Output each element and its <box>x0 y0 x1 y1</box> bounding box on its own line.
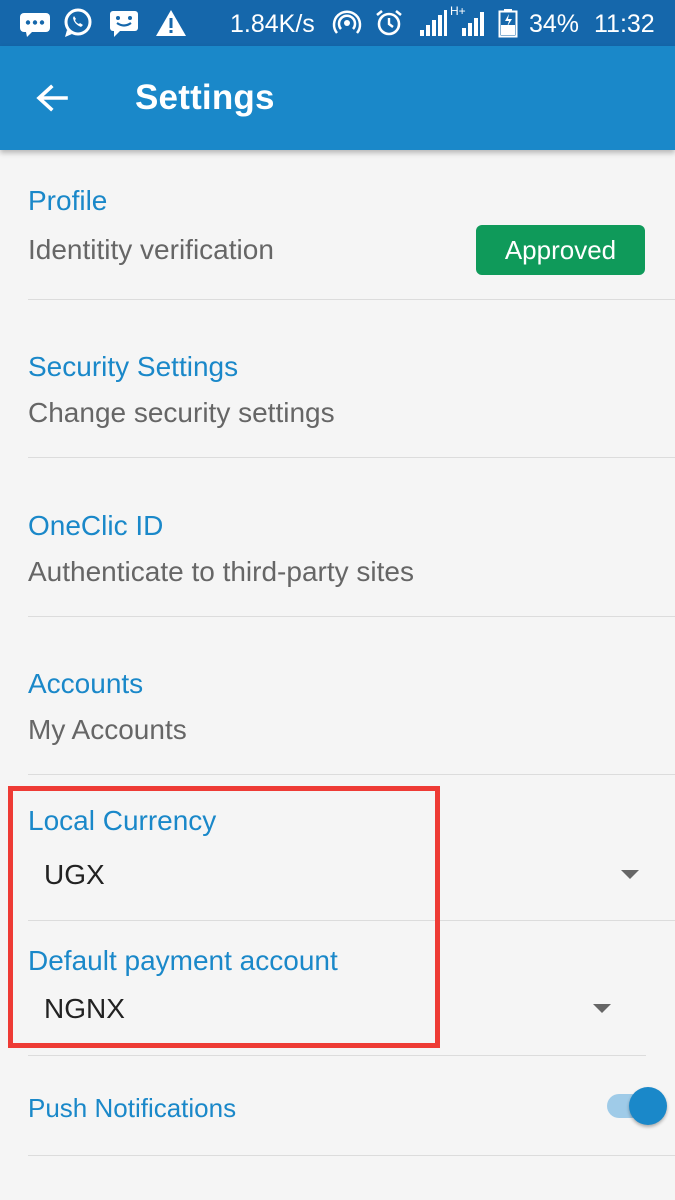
hotspot-icon <box>332 10 362 34</box>
page-title: Settings <box>135 78 275 117</box>
security-settings-subtitle: Change security settings <box>28 397 335 428</box>
oneclic-id-row[interactable]: OneClic ID Authenticate to third-party s… <box>0 498 675 616</box>
divider <box>28 299 675 300</box>
divider <box>28 1055 646 1056</box>
default-payment-label: Default payment account <box>28 945 338 976</box>
push-notifications-toggle[interactable] <box>605 1082 667 1130</box>
divider <box>28 1155 675 1156</box>
profile-title: Profile <box>28 185 108 216</box>
divider <box>28 774 675 775</box>
local-currency-select[interactable]: UGX <box>0 850 675 920</box>
status-bar: 1.84K/s H+ 34% 11:32 <box>0 0 675 46</box>
whatsapp-icon <box>64 8 92 37</box>
signal-icon <box>462 12 484 36</box>
dropdown-arrow-icon <box>621 870 639 879</box>
signal-icon <box>420 10 447 36</box>
divider <box>28 616 675 617</box>
profile-row[interactable]: Profile Identitity verification Approved <box>0 170 675 300</box>
local-currency-value: UGX <box>44 859 105 890</box>
local-currency-label: Local Currency <box>28 805 217 836</box>
oneclic-id-subtitle: Authenticate to third-party sites <box>28 556 414 587</box>
accounts-title: Accounts <box>28 668 144 699</box>
warning-icon <box>156 10 186 36</box>
profile-subtitle: Identitity verification <box>28 234 274 265</box>
divider <box>28 920 675 921</box>
arrow-left-icon <box>36 84 68 112</box>
message-icon <box>110 11 138 37</box>
accounts-row[interactable]: Accounts My Accounts <box>0 657 675 775</box>
toggle-thumb <box>629 1087 667 1125</box>
settings-list: Profile Identitity verification Approved… <box>0 150 675 1200</box>
divider <box>28 457 675 458</box>
default-payment-value: NGNX <box>44 993 125 1024</box>
alarm-icon <box>376 9 402 36</box>
dropdown-arrow-icon <box>593 1004 611 1013</box>
chat-bubble-icon <box>20 13 50 37</box>
accounts-subtitle: My Accounts <box>28 714 187 745</box>
back-button[interactable] <box>24 72 80 124</box>
network-speed: 1.84K/s <box>230 10 315 38</box>
oneclic-id-title: OneClic ID <box>28 510 164 541</box>
clock-time: 11:32 <box>594 10 655 38</box>
battery-level: 34% <box>529 10 580 38</box>
app-bar: Settings <box>0 46 675 150</box>
security-settings-title: Security Settings <box>28 351 239 382</box>
status-badge: Approved <box>476 225 645 275</box>
push-notifications-label: Push Notifications <box>28 1093 237 1123</box>
default-payment-select[interactable]: NGNX <box>0 986 675 1052</box>
security-settings-row[interactable]: Security Settings Change security settin… <box>0 340 675 458</box>
battery-icon <box>498 9 518 38</box>
